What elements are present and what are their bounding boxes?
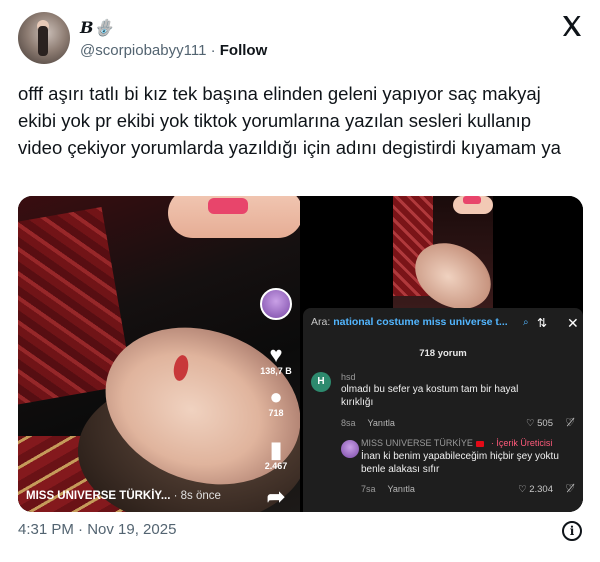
bookmark-icon: ▮ [269,437,283,462]
video-caption: MISS UNIVERSE TÜRKİY... · 8s önce [26,490,221,502]
tweet-header: B🪬 @scorpiobabyy111 · Follow [18,12,584,68]
display-name[interactable]: B🪬 [80,18,113,37]
comment-age: 7sa [361,484,376,494]
turkey-flag-icon [476,440,485,447]
tweet-footer: 4:31 PM · Nov 19, 2025 i [18,521,582,543]
handle[interactable]: @scorpiobabyy111 [80,42,206,59]
comment-text: İnan ki benim yapabileceğim hiçbir şey y… [361,451,559,475]
comment-control[interactable]: ● 718 [260,384,292,419]
sort-icon[interactable]: ⇅ [537,316,547,330]
search-icon[interactable]: ⌕ [523,317,529,328]
avatar[interactable] [18,12,70,64]
comment-like[interactable]: ♡ 2.304 [518,484,553,495]
caption-time: · 8s önce [170,490,221,502]
video-frame-left[interactable]: ♥ 138,7 B ● 718 ▮ 2.467 ➦ MISS UNIVERSE … [18,196,300,512]
comment-search[interactable]: Ara: national costume miss universe t...… [311,315,579,334]
media-grid[interactable]: ♥ 138,7 B ● 718 ▮ 2.467 ➦ MISS UNIVERSE … [18,196,583,512]
save-count: 2.467 [264,461,288,471]
tweet-text: offf aşırı tatlı bi kız tek başına elind… [18,83,561,158]
like-count: 138,7 B [260,366,292,376]
mini-phone [463,196,481,204]
comment-like-count: 2.304 [529,484,553,495]
reply-button[interactable]: Yanıtla [388,484,415,494]
like-control[interactable]: ♥ 138,7 B [260,342,292,377]
avatar-figure [38,26,48,56]
phone [208,198,248,214]
caption-user[interactable]: MISS UNIVERSE TÜRKİY... [26,490,170,502]
heart-icon: ♥ [269,342,283,367]
comment-bubble-icon: ● [269,384,283,409]
commenter-name[interactable]: MISS UNIVERSE TÜRKİYE [361,438,473,448]
comment-count: 718 [268,408,284,418]
info-icon[interactable]: i [562,521,582,541]
commenter-avatar[interactable]: H [311,372,331,392]
commenter-name-row: MISS UNIVERSE TÜRKİYE · İçerik Üreticisi [361,438,552,448]
save-control[interactable]: ▮ 2.467 [260,437,292,472]
handle-row: @scorpiobabyy111 · Follow [80,42,267,59]
creator-badge: · İçerik Üreticisi [490,438,553,448]
commenter-avatar[interactable] [341,440,359,458]
follow-button[interactable]: Follow [220,42,268,59]
comment-age: 8sa [341,418,356,428]
comment-like-count: 505 [537,418,553,429]
comment-count-label: 718 yorum [419,348,467,359]
reply-button[interactable]: Yanıtla [368,418,395,428]
separator: · [206,42,220,59]
comment-meta: 7sa Yanıtla [361,484,415,494]
comment-meta: 8sa Yanıtla [341,418,395,428]
comment-text: olmadı bu sefer ya kostum tam bir hayal … [341,384,519,408]
comments-panel: Ara: national costume miss universe t...… [303,308,583,512]
video-frame-right[interactable]: Ara: national costume miss universe t...… [303,196,583,512]
share-control[interactable]: ➦ [260,486,292,508]
x-logo-icon[interactable] [560,14,584,38]
mini-video [393,196,493,308]
thumbs-down-icon[interactable]: ♡̸ [565,482,575,495]
thumbs-down-icon[interactable]: ♡̸ [565,416,575,429]
close-icon[interactable]: ✕ [567,315,579,332]
share-arrow-icon: ➦ [266,484,286,509]
timestamp[interactable]: 4:31 PM · Nov 19, 2025 [18,521,176,538]
search-term[interactable]: national costume miss universe t... [333,316,507,328]
creator-avatar[interactable] [260,288,292,320]
commenter-name[interactable]: hsd [341,372,356,382]
search-prefix: Ara: [311,316,334,328]
comment-like[interactable]: ♡ 505 [526,418,553,429]
